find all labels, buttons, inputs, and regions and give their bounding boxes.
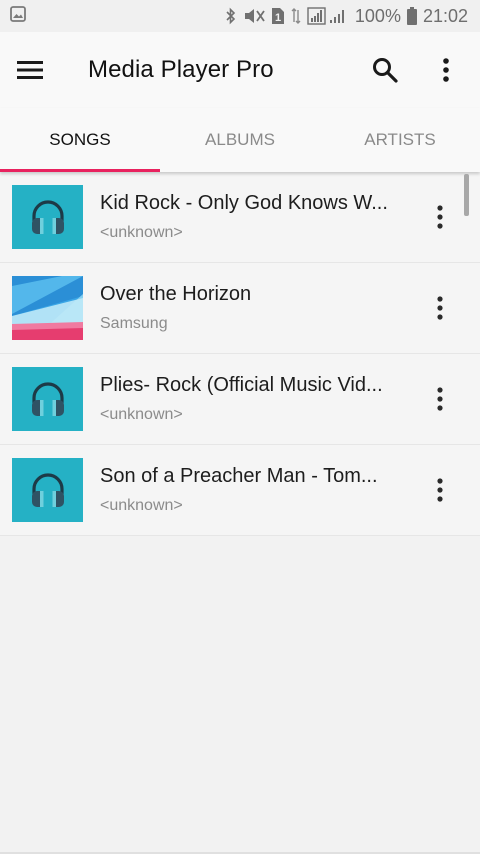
headphones-art [12,367,83,431]
list-item[interactable]: Plies- Rock (Official Music Vid... <unkn… [0,354,480,445]
song-title: Son of a Preacher Man - Tom... [100,465,378,487]
more-vert-icon[interactable] [420,187,460,247]
song-artist: <unknown> [100,497,183,514]
song-title: Over the Horizon [100,283,252,305]
list-item[interactable]: Son of a Preacher Man - Tom... <unknown> [0,445,480,536]
list-item[interactable]: Over the Horizon Samsung [0,263,480,354]
abstract-art [12,276,83,340]
sim-icon: 1 [271,7,285,25]
tab-albums[interactable]: ALBUMS [160,108,320,172]
bluetooth-icon [225,7,237,25]
song-artist: <unknown> [100,406,183,423]
mute-icon [243,7,265,25]
tab-songs[interactable]: SONGS [0,108,160,172]
tab-artists[interactable]: ARTISTS [320,108,480,172]
status-time: 21:02 [422,5,468,26]
signal-icon [307,7,349,25]
more-vert-icon[interactable] [420,278,460,338]
song-list: Kid Rock - Only God Knows W... <unknown>… [0,172,480,536]
scrollbar-thumb[interactable] [464,174,469,216]
list-item[interactable]: Kid Rock - Only God Knows W... <unknown> [0,172,480,263]
app-title: Media Player Pro [88,56,274,83]
more-vert-icon[interactable] [420,369,460,429]
headphones-art [12,458,83,522]
song-title: Kid Rock - Only God Knows W... [100,192,388,214]
battery-icon [406,7,417,25]
song-title: Plies- Rock (Official Music Vid... [100,374,383,396]
headphones-art [12,185,83,249]
battery-percent: 100% [354,5,401,26]
data-icon [291,7,301,25]
song-artist: <unknown> [100,224,183,241]
gallery-notification-icon [10,5,26,27]
status-bar: 1 100% 21:02 [0,0,480,32]
tab-bar: SONGS ALBUMS ARTISTS [0,108,480,172]
song-artist: Samsung [100,315,168,332]
search-icon[interactable] [367,52,403,88]
more-vert-icon[interactable] [420,460,460,520]
more-vert-icon[interactable] [428,52,464,88]
app-bar: Media Player Pro [0,32,480,108]
menu-icon[interactable] [12,52,48,88]
sim-badge: 1 [275,12,281,24]
